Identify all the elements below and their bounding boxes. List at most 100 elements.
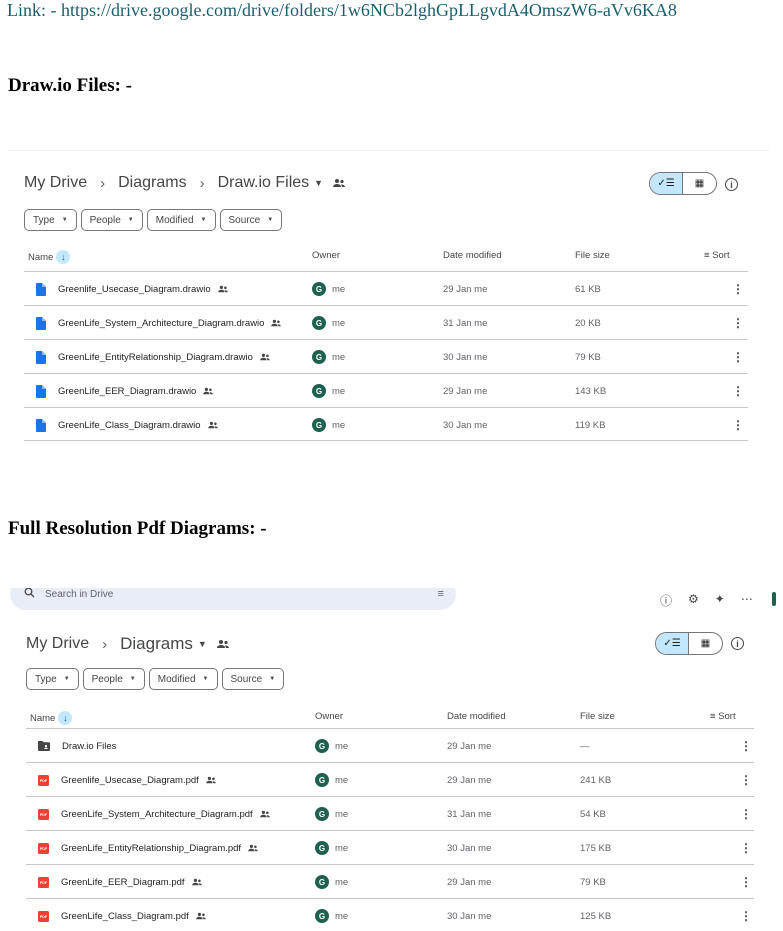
list-view-button[interactable]: ✓☰ <box>656 633 689 654</box>
account-avatar-edge[interactable] <box>772 592 776 606</box>
more-actions-icon[interactable]: ⋮ <box>740 831 752 865</box>
file-row[interactable]: GreenLife_EER_Diagram.drawio Gme 29 Jan me… <box>24 373 748 407</box>
file-name-cell[interactable]: PDF GreenLife_Class_Diagram.pdf <box>38 899 206 931</box>
shared-icon <box>248 844 258 852</box>
file-row[interactable]: PDF GreenLife_EER_Diagram.pdf Gme 29 Jan me… <box>26 864 754 898</box>
file-name[interactable]: GreenLife_System_Architecture_Diagram.dr… <box>58 318 264 329</box>
sort-button[interactable]: ≡ Sort <box>710 711 736 722</box>
search-bar[interactable]: Search in Drive ≡ <box>10 588 456 610</box>
drive-folder-link[interactable]: Link: - https://drive.google.com/drive/f… <box>7 0 677 21</box>
breadcrumb-diagrams[interactable]: Diagrams <box>118 174 186 192</box>
search-options-icon[interactable]: ≡ <box>438 588 444 600</box>
more-actions-icon[interactable]: ⋮ <box>740 763 752 797</box>
date-cell: 29 Jan me <box>447 876 492 888</box>
filter-modified-chip[interactable]: Modified ▼ <box>148 668 218 690</box>
owner-avatar: G <box>312 282 326 296</box>
file-name-cell[interactable]: GreenLife_System_Architecture_Diagram.dr… <box>36 306 282 340</box>
file-row[interactable]: GreenLife_System_Architecture_Diagram.dr… <box>24 305 748 339</box>
file-name-cell[interactable]: Greenlife_Usecase_Diagram.drawio <box>36 272 228 306</box>
file-name[interactable]: GreenLife_EER_Diagram.drawio <box>58 386 196 397</box>
filter-modified-chip[interactable]: Modified ▼ <box>146 209 216 231</box>
file-name[interactable]: GreenLife_EntityRelationship_Diagram.dra… <box>58 352 253 363</box>
filter-type-chip[interactable]: Type ▼ <box>24 209 77 231</box>
file-name[interactable]: Greenlife_Usecase_Diagram.drawio <box>58 284 211 295</box>
grid-view-button[interactable]: ▦ <box>683 173 716 194</box>
file-name-cell[interactable]: GreenLife_EER_Diagram.drawio <box>36 374 214 408</box>
file-row[interactable]: PDF GreenLife_Class_Diagram.pdf Gme 30 Jan … <box>26 898 754 931</box>
arrow-down-icon[interactable]: ↓ <box>56 250 71 264</box>
arrow-down-icon[interactable]: ↓ <box>58 711 73 725</box>
breadcrumb-my-drive[interactable]: My Drive <box>24 174 87 192</box>
sort-button[interactable]: ≡ Sort <box>704 250 730 261</box>
file-row[interactable]: PDF Greenlife_Usecase_Diagram.pdf Gme 29 Ja… <box>26 762 754 796</box>
filter-type-chip[interactable]: Type ▼ <box>26 668 79 690</box>
file-name[interactable]: GreenLife_System_Architecture_Diagram.pd… <box>61 809 253 820</box>
settings-icon[interactable]: ⚙ <box>688 592 699 609</box>
owner-name: me <box>335 774 349 786</box>
more-actions-icon[interactable]: ⋮ <box>732 306 744 340</box>
breadcrumb-current-folder[interactable]: Diagrams <box>120 634 193 654</box>
file-name-cell[interactable]: PDF GreenLife_EER_Diagram.pdf <box>38 865 202 899</box>
file-name[interactable]: GreenLife_EER_Diagram.pdf <box>61 877 185 888</box>
more-actions-icon[interactable]: ⋮ <box>732 272 744 306</box>
size-cell: 241 KB <box>580 774 612 786</box>
file-row[interactable]: GreenLife_Class_Diagram.drawio Gme 30 Jan … <box>24 407 748 441</box>
file-row[interactable]: PDF GreenLife_System_Architecture_Diagram… <box>26 796 754 830</box>
grid-view-button[interactable]: ▦ <box>689 633 722 654</box>
filter-source-chip[interactable]: Source ▼ <box>221 668 285 690</box>
more-actions-icon[interactable]: ⋮ <box>740 729 752 763</box>
name-column-header[interactable]: Name ↓ <box>28 250 71 264</box>
list-view-button[interactable]: ✓☰ <box>650 173 683 194</box>
size-column-header[interactable]: File size <box>580 711 615 722</box>
more-actions-icon[interactable]: ⋮ <box>740 797 752 831</box>
file-row[interactable]: Draw.io Files Gme 29 Jan me — ⋮ <box>26 728 754 762</box>
info-icon[interactable]: i <box>731 637 744 650</box>
owner-name: me <box>335 876 349 888</box>
file-name[interactable]: GreenLife_Class_Diagram.pdf <box>61 911 189 922</box>
filter-people-chip[interactable]: People ▼ <box>80 209 143 231</box>
caret-down-icon[interactable]: ▼ <box>314 178 323 188</box>
file-name-cell[interactable]: PDF GreenLife_EntityRelationship_Diagram.… <box>38 831 258 865</box>
file-row[interactable]: Greenlife_Usecase_Diagram.drawio Gme 29 Ja… <box>24 271 748 305</box>
owner-cell: Gme <box>312 340 345 374</box>
drawio-file-icon <box>36 282 46 296</box>
filter-source-chip[interactable]: Source ▼ <box>219 209 283 231</box>
more-actions-icon[interactable]: ⋮ <box>732 340 744 374</box>
file-name[interactable]: Greenlife_Usecase_Diagram.pdf <box>61 775 199 786</box>
name-column-header[interactable]: Name ↓ <box>30 711 73 725</box>
file-row[interactable]: PDF GreenLife_EntityRelationship_Diagram.… <box>26 830 754 864</box>
owner-avatar: G <box>312 384 326 398</box>
date-column-header[interactable]: Date modified <box>443 250 502 261</box>
date-column-header[interactable]: Date modified <box>447 711 506 722</box>
file-name[interactable]: Draw.io Files <box>62 741 116 752</box>
file-name-cell[interactable]: PDF Greenlife_Usecase_Diagram.pdf <box>38 763 216 797</box>
breadcrumb-my-drive[interactable]: My Drive <box>26 635 89 653</box>
file-name-cell[interactable]: GreenLife_EntityRelationship_Diagram.dra… <box>36 340 270 374</box>
owner-avatar: G <box>315 909 329 923</box>
file-name[interactable]: GreenLife_Class_Diagram.drawio <box>58 420 201 431</box>
folder-shared-icon <box>38 741 50 751</box>
file-name[interactable]: GreenLife_EntityRelationship_Diagram.pdf <box>61 843 241 854</box>
more-actions-icon[interactable]: ⋮ <box>740 899 752 931</box>
date-cell: 30 Jan me <box>447 910 492 922</box>
file-name-cell[interactable]: GreenLife_Class_Diagram.drawio <box>36 408 218 442</box>
more-actions-icon[interactable]: ⋮ <box>732 374 744 408</box>
more-actions-icon[interactable]: ⋮ <box>732 408 744 442</box>
size-column-header[interactable]: File size <box>575 250 610 261</box>
file-name-cell[interactable]: Draw.io Files <box>38 729 116 763</box>
breadcrumb-current-folder[interactable]: Draw.io Files <box>218 174 310 192</box>
breadcrumb: My Drive › Diagrams ▼ <box>26 634 229 654</box>
dropdown-icon: ▼ <box>269 676 276 682</box>
help-icon[interactable]: ⓘ <box>660 592 672 609</box>
filter-people-chip[interactable]: People ▼ <box>82 668 145 690</box>
file-name-cell[interactable]: PDF GreenLife_System_Architecture_Diagram… <box>38 797 270 831</box>
file-row[interactable]: GreenLife_EntityRelationship_Diagram.dra… <box>24 339 748 373</box>
search-input[interactable]: Search in Drive <box>45 589 113 600</box>
more-actions-icon[interactable]: ⋮ <box>740 865 752 899</box>
caret-down-icon[interactable]: ▼ <box>198 639 207 649</box>
info-icon[interactable]: i <box>725 178 738 191</box>
shared-icon <box>271 319 282 327</box>
date-cell: 31 Jan me <box>443 317 488 329</box>
apps-grid-icon[interactable]: ⋯ <box>741 592 753 609</box>
gemini-icon[interactable]: ✦ <box>715 592 725 609</box>
